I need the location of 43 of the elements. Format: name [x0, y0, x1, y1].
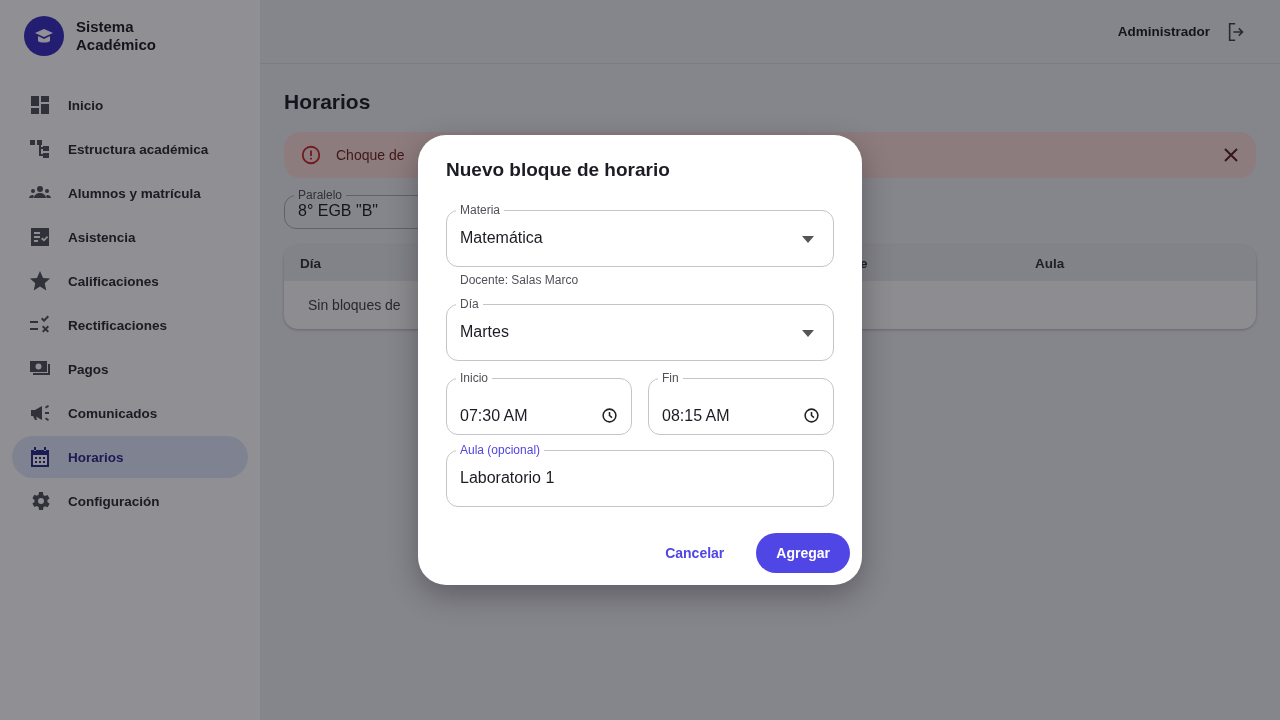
- sidebar-item[interactable]: Estructura académica: [12, 128, 248, 170]
- time-field[interactable]: Inicio 07:30 AM: [446, 371, 632, 435]
- dialog-title: Nuevo bloque de horario: [446, 159, 671, 181]
- column-header: Aula: [1035, 255, 1065, 271]
- sidebar-item[interactable]: Comunicados: [12, 392, 248, 434]
- sidebar-item[interactable]: Rectificaciones: [12, 304, 248, 346]
- calendar-icon: [28, 445, 52, 469]
- clock-icon[interactable]: [803, 407, 820, 424]
- sidebar-item[interactable]: Alumnos y matrícula: [12, 172, 248, 214]
- page-title: Horarios: [284, 90, 372, 114]
- user-name: Administrador: [1117, 24, 1210, 39]
- time-field[interactable]: Fin 08:15 AM: [648, 371, 834, 435]
- day-select[interactable]: Día Martes: [446, 297, 834, 361]
- checklist-icon: [28, 225, 52, 249]
- logo-icon: [24, 16, 64, 56]
- close-icon[interactable]: [1222, 146, 1240, 164]
- field-label: Fin: [661, 371, 680, 385]
- add-button[interactable]: Agregar: [756, 533, 850, 573]
- sidebar-item[interactable]: Configuración: [12, 480, 248, 522]
- clock-icon[interactable]: [601, 407, 618, 424]
- sidebar-item[interactable]: Calificaciones: [12, 260, 248, 302]
- column-header: Día: [300, 255, 321, 271]
- field-label: Inicio: [459, 371, 489, 385]
- alert-message: Choque de: [336, 147, 405, 163]
- sidebar-item[interactable]: Horarios: [12, 436, 248, 478]
- app-name: Sistema Académico: [76, 18, 158, 54]
- field-label: Aula (opcional): [459, 443, 542, 457]
- helper-text: Docente: Salas Marco: [459, 272, 580, 289]
- field-label: Materia: [459, 203, 501, 217]
- sidebar-item[interactable]: Asistencia: [12, 216, 248, 258]
- empty-message: Sin bloques de: [308, 297, 401, 313]
- input-field[interactable]: Aula (opcional) Laboratorio 1: [446, 443, 834, 507]
- star-icon: [28, 269, 52, 293]
- subject-select[interactable]: Materia Matemática: [446, 203, 834, 267]
- dashboard-icon: [28, 93, 52, 117]
- caret-icon: [802, 235, 814, 243]
- sidebar-item[interactable]: Inicio: [12, 84, 248, 126]
- field-label: Día: [459, 297, 480, 311]
- hierarchy-icon: [28, 137, 52, 161]
- sidebar-item[interactable]: Pagos: [12, 348, 248, 390]
- field-label: Paralelo: [297, 188, 344, 202]
- cancel-button[interactable]: Cancelar: [645, 533, 745, 573]
- error-icon: [300, 144, 322, 166]
